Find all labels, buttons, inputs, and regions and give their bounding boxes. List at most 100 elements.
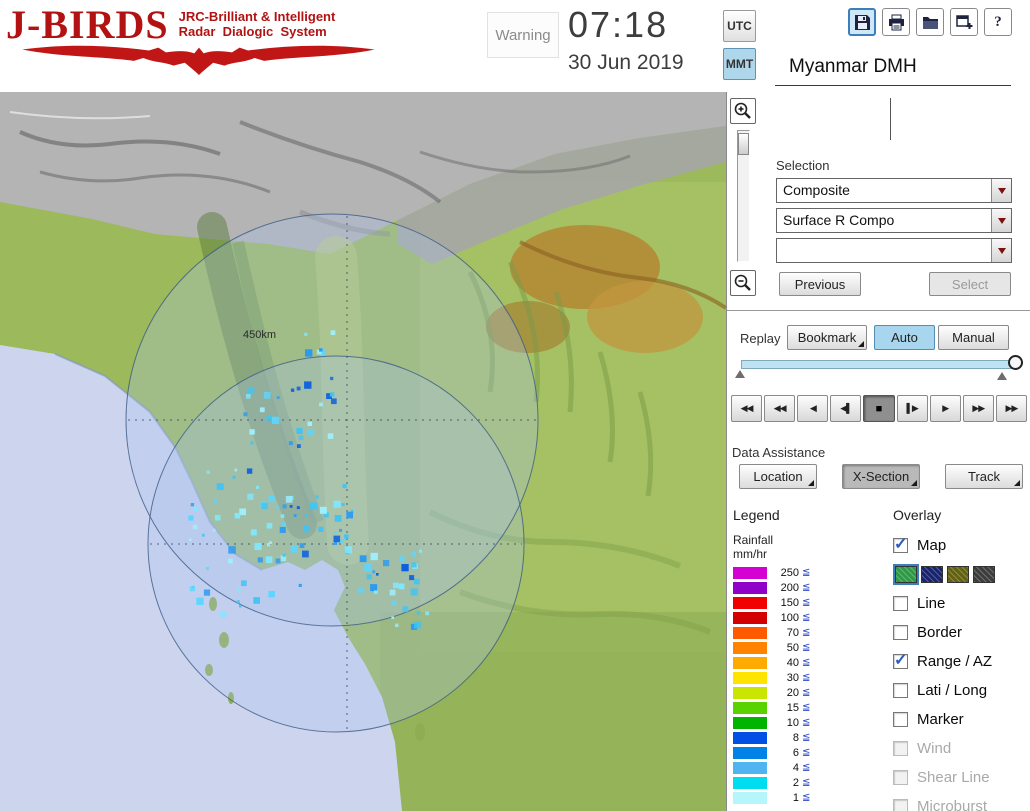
print-icon[interactable]	[882, 8, 910, 36]
legend-value: 15	[786, 701, 799, 714]
help-icon[interactable]: ?	[984, 8, 1012, 36]
legend-value: 70	[786, 626, 799, 639]
chevron-down-icon[interactable]	[991, 239, 1011, 262]
overlay-item-marker[interactable]: Marker	[893, 705, 1030, 734]
logo-title: J-BIRDS	[6, 2, 169, 47]
select-button[interactable]: Select	[929, 272, 1011, 296]
legend-value: 4	[792, 761, 799, 774]
zoom-slider-thumb[interactable]	[737, 133, 749, 155]
legend-row: 250 ≦	[733, 565, 885, 580]
legend-color-swatch	[733, 656, 767, 669]
playback-step-back-button[interactable]: ◀▌	[830, 395, 862, 422]
extra-dropdown[interactable]	[776, 238, 1012, 263]
checkbox[interactable]	[893, 683, 908, 698]
data-assistance-label: Data Assistance	[732, 445, 826, 460]
playback-skip-to-end-button[interactable]: ▶▶	[995, 395, 1027, 422]
timeline-end-marker	[997, 367, 1007, 380]
location-button[interactable]: Location	[739, 464, 817, 489]
radar-map[interactable]: 450km	[0, 92, 726, 811]
overlay-label: Shear Line	[917, 769, 990, 786]
checkbox[interactable]	[893, 596, 908, 611]
legend-color-swatch	[733, 761, 767, 774]
timeline-track[interactable]	[741, 360, 1015, 369]
map-style-swatch[interactable]	[921, 565, 943, 583]
playback-controls: ◀◀ ◀◀ ◀ ◀▌ ■ ▌▶ ▶ ▶▶ ▶▶	[731, 395, 1027, 422]
checkbox[interactable]	[893, 799, 908, 811]
zoom-in-icon[interactable]	[730, 98, 756, 124]
radar-map-canvas[interactable]: 450km	[0, 92, 726, 811]
panel-separator	[727, 310, 1030, 311]
playback-step-forward-button[interactable]: ▌▶	[896, 395, 928, 422]
timeline-start-marker	[735, 365, 745, 378]
station-list-box[interactable]	[776, 94, 1012, 143]
warning-button[interactable]: Warning	[487, 12, 559, 58]
legend-row: 4 ≦	[733, 760, 885, 775]
legend-value: 30	[786, 671, 799, 684]
legend-le-symbol: ≦	[802, 642, 811, 653]
logo-subtitle: JRC-Brilliant & Intelligent Radar Dialog…	[179, 9, 336, 39]
overlay-item-range-az[interactable]: ✓ Range / AZ	[893, 647, 1030, 676]
legend-value: 50	[786, 641, 799, 654]
replay-timeline[interactable]	[735, 355, 1025, 381]
mmt-button[interactable]: MMT	[723, 48, 756, 80]
auto-button[interactable]: Auto	[874, 325, 935, 350]
overlay-item-wind[interactable]: Wind	[893, 734, 1030, 763]
checkbox[interactable]	[893, 741, 908, 756]
legend-le-symbol: ≦	[802, 657, 811, 668]
overlay-item-border[interactable]: Border	[893, 618, 1030, 647]
checkbox[interactable]	[893, 625, 908, 640]
composite-dropdown[interactable]: Composite	[776, 178, 1012, 203]
overlay-label: Microburst	[917, 798, 988, 811]
checkbox[interactable]: ✓	[893, 653, 908, 669]
overlay-item-map[interactable]: ✓ Map	[893, 531, 1030, 560]
control-panel: Selection Composite Surface R Compo Prev…	[726, 92, 1030, 811]
overlay-item-shear-line[interactable]: Shear Line	[893, 763, 1030, 792]
save-icon[interactable]	[848, 8, 876, 36]
zoom-out-icon[interactable]	[730, 270, 756, 296]
product-dropdown[interactable]: Surface R Compo	[776, 208, 1012, 233]
bookmark-button[interactable]: Bookmark	[787, 325, 867, 350]
overlay-item-lati-long[interactable]: Lati / Long	[893, 676, 1030, 705]
checkbox[interactable]: ✓	[893, 537, 908, 553]
checkbox[interactable]	[893, 712, 908, 727]
checkbox[interactable]	[893, 770, 908, 785]
legend-color-swatch	[733, 641, 767, 654]
legend-row: 1 ≦	[733, 790, 885, 805]
overlay-label: Marker	[917, 711, 964, 728]
open-folder-icon[interactable]	[916, 8, 944, 36]
map-style-swatch[interactable]	[973, 565, 995, 583]
legend-section: Legend Rainfall mm/hr 250 ≦ 200 ≦ 150 ≦ 100 ≦ 70…	[733, 507, 885, 805]
legend-color-swatch	[733, 791, 767, 804]
track-button[interactable]: Track	[945, 464, 1023, 489]
zoom-slider[interactable]	[736, 130, 750, 262]
playback-skip-to-start-button[interactable]: ◀◀	[731, 395, 763, 422]
new-window-icon[interactable]	[950, 8, 978, 36]
playback-play-reverse-button[interactable]: ◀	[797, 395, 829, 422]
legend-row: 100 ≦	[733, 610, 885, 625]
data-assistance-buttons: Location X-Section Track	[739, 464, 1023, 489]
previous-button[interactable]: Previous	[779, 272, 861, 296]
x-section-button[interactable]: X-Section	[842, 464, 920, 489]
playback-stop-button[interactable]: ■	[863, 395, 895, 422]
manual-button[interactable]: Manual	[938, 325, 1009, 350]
map-style-swatch[interactable]	[893, 563, 919, 585]
playback-play-button[interactable]: ▶	[929, 395, 961, 422]
legend-row: 15 ≦	[733, 700, 885, 715]
chevron-down-icon[interactable]	[991, 179, 1011, 202]
map-style-swatches	[893, 561, 1030, 587]
timeline-thumb[interactable]	[1008, 355, 1023, 370]
main-content: 450km Selection Composite Surface R Comp…	[0, 92, 1030, 811]
overlay-item-line[interactable]: Line	[893, 589, 1030, 618]
range-rings	[125, 213, 539, 733]
playback-fast-forward-button[interactable]: ▶▶	[962, 395, 994, 422]
chevron-down-icon[interactable]	[991, 209, 1011, 232]
jbirds-app: J-BIRDS JRC-Brilliant & Intelligent Rada…	[0, 0, 1030, 811]
overlay-item-microburst[interactable]: Microburst	[893, 792, 1030, 811]
utc-button[interactable]: UTC	[723, 10, 756, 42]
legend-value: 8	[792, 731, 799, 744]
legend-row: 20 ≦	[733, 685, 885, 700]
playback-fast-rewind-button[interactable]: ◀◀	[764, 395, 796, 422]
map-style-swatch[interactable]	[947, 565, 969, 583]
station-name[interactable]: Myanmar DMH	[775, 54, 1011, 86]
legend-color-swatch	[733, 686, 767, 699]
